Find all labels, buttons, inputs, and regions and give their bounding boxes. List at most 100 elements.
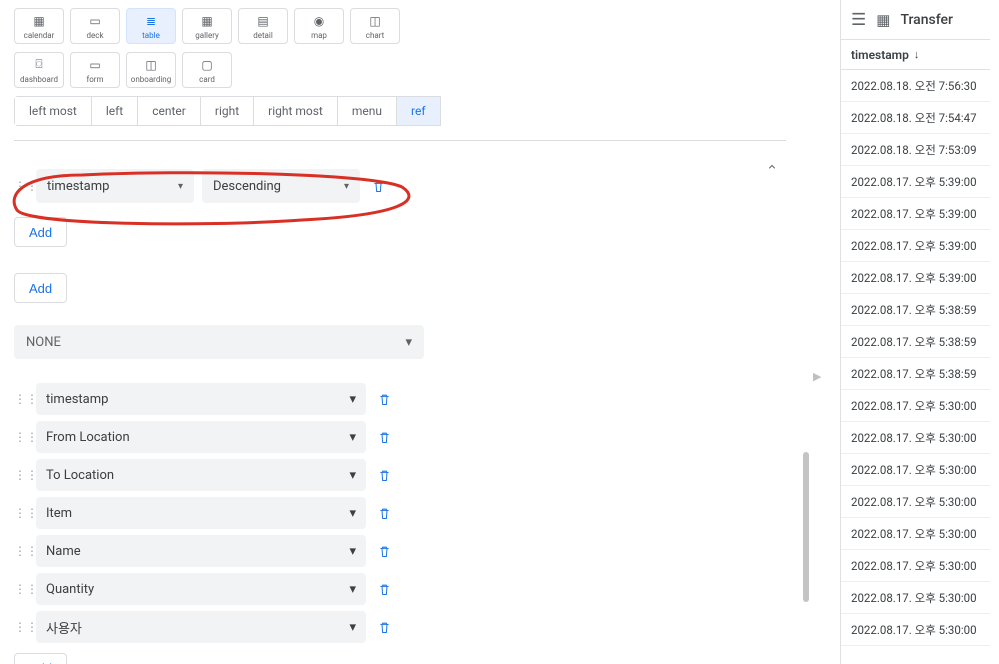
delete-column-button[interactable] <box>374 579 394 599</box>
view-type-label: detail <box>253 31 273 40</box>
drag-handle-icon[interactable]: ⋮⋮ <box>14 179 28 193</box>
position-right[interactable]: right <box>200 96 253 126</box>
expand-preview-handle[interactable]: ▶ <box>813 370 821 383</box>
preview-data-row[interactable]: 2022.08.17. 오후 5:30:00 <box>841 518 990 550</box>
view-type-table[interactable]: ≣ table <box>126 8 176 44</box>
sort-arrow-down-icon: ↓ <box>914 48 920 61</box>
drag-handle-icon[interactable]: ⋮⋮ <box>14 620 28 634</box>
view-type-form[interactable]: ▭ form <box>70 52 120 88</box>
table-icon: ≣ <box>146 14 156 28</box>
preview-data-row[interactable]: 2022.08.17. 오후 5:30:00 <box>841 614 990 646</box>
trash-icon <box>377 468 392 483</box>
preview-data-row[interactable]: 2022.08.18. 오전 7:54:47 <box>841 102 990 134</box>
chevron-down-icon: ▾ <box>349 468 356 483</box>
column-row: ⋮⋮ To Location ▾ <box>14 459 786 491</box>
scrollbar[interactable] <box>803 452 809 602</box>
preview-data-row[interactable]: 2022.08.17. 오후 5:38:59 <box>841 294 990 326</box>
detail-icon: ▤ <box>257 14 268 28</box>
chevron-down-icon: ▾ <box>349 430 356 445</box>
view-type-label: form <box>86 75 103 84</box>
preview-data-row[interactable]: 2022.08.17. 오후 5:30:00 <box>841 422 990 454</box>
preview-data-row[interactable]: 2022.08.17. 오후 5:39:00 <box>841 198 990 230</box>
column-select[interactable]: To Location ▾ <box>36 459 366 491</box>
column-select[interactable]: Quantity ▾ <box>36 573 366 605</box>
delete-sort-button[interactable] <box>368 176 388 196</box>
menu-icon[interactable]: ☰ <box>851 10 866 30</box>
view-type-dashboard[interactable]: ⌼ dashboard <box>14 52 64 88</box>
preview-data-row[interactable]: 2022.08.17. 오후 5:39:00 <box>841 166 990 198</box>
chevron-down-icon: ▾ <box>349 392 356 407</box>
column-row: ⋮⋮ Item ▾ <box>14 497 786 529</box>
trash-icon <box>377 506 392 521</box>
gallery-icon: ▦ <box>201 14 212 28</box>
column-select[interactable]: 사용자 ▾ <box>36 611 366 643</box>
sort-field-select[interactable]: timestamp ▾ <box>36 169 194 203</box>
column-select[interactable]: timestamp ▾ <box>36 383 366 415</box>
view-type-label: map <box>311 31 327 40</box>
view-type-map[interactable]: ◉ map <box>294 8 344 44</box>
view-type-deck[interactable]: ▭ deck <box>70 8 120 44</box>
preview-data-row[interactable]: 2022.08.18. 오전 7:53:09 <box>841 134 990 166</box>
preview-data-row[interactable]: 2022.08.17. 오후 5:38:59 <box>841 326 990 358</box>
drag-handle-icon[interactable]: ⋮⋮ <box>14 392 28 406</box>
view-type-gallery[interactable]: ▦ gallery <box>182 8 232 44</box>
delete-column-button[interactable] <box>374 541 394 561</box>
column-label: From Location <box>46 430 130 445</box>
preview-rows: 2022.08.18. 오전 7:56:302022.08.18. 오전 7:5… <box>841 70 990 646</box>
drag-handle-icon[interactable]: ⋮⋮ <box>14 544 28 558</box>
chevron-down-icon: ▾ <box>178 181 183 192</box>
column-label: Quantity <box>46 582 94 597</box>
column-label: To Location <box>46 468 114 483</box>
position-menu[interactable]: menu <box>337 96 396 126</box>
view-type-calendar[interactable]: ▦ calendar <box>14 8 64 44</box>
drag-handle-icon[interactable]: ⋮⋮ <box>14 430 28 444</box>
delete-column-button[interactable] <box>374 427 394 447</box>
preview-data-row[interactable]: 2022.08.17. 오후 5:30:00 <box>841 486 990 518</box>
preview-column-label: timestamp <box>851 48 909 62</box>
column-select[interactable]: Item ▾ <box>36 497 366 529</box>
view-type-row-2: ⌼ dashboard ▭ form ◫ onboarding ▢ card <box>14 52 786 88</box>
drag-handle-icon[interactable]: ⋮⋮ <box>14 506 28 520</box>
delete-column-button[interactable] <box>374 503 394 523</box>
column-row: ⋮⋮ Quantity ▾ <box>14 573 786 605</box>
sort-direction-value: Descending <box>213 179 281 194</box>
preview-data-row[interactable]: 2022.08.17. 오후 5:39:00 <box>841 230 990 262</box>
sort-section: ⋮⋮ timestamp ▾ Descending ▾ Add Add NONE… <box>14 169 786 664</box>
delete-column-button[interactable] <box>374 617 394 637</box>
view-type-onboarding[interactable]: ◫ onboarding <box>126 52 176 88</box>
editor-panel: ▦ calendar ▭ deck ≣ table ▦ gallery ▤ de… <box>0 0 800 664</box>
delete-column-button[interactable] <box>374 389 394 409</box>
view-type-detail[interactable]: ▤ detail <box>238 8 288 44</box>
sort-direction-select[interactable]: Descending ▾ <box>202 169 360 203</box>
view-type-card[interactable]: ▢ card <box>182 52 232 88</box>
app-icon: ▦ <box>876 11 890 29</box>
position-center[interactable]: center <box>137 96 200 126</box>
position-right-most[interactable]: right most <box>253 96 337 126</box>
drag-handle-icon[interactable]: ⋮⋮ <box>14 468 28 482</box>
group-by-select[interactable]: NONE ▾ <box>14 325 424 359</box>
position-left-most[interactable]: left most <box>14 96 91 126</box>
drag-handle-icon[interactable]: ⋮⋮ <box>14 582 28 596</box>
preview-data-row[interactable]: 2022.08.17. 오후 5:30:00 <box>841 582 990 614</box>
sort-row: ⋮⋮ timestamp ▾ Descending ▾ <box>14 169 786 203</box>
preview-data-row[interactable]: 2022.08.17. 오후 5:30:00 <box>841 550 990 582</box>
add-sort-button[interactable]: Add <box>14 217 67 247</box>
preview-data-row[interactable]: 2022.08.17. 오후 5:30:00 <box>841 454 990 486</box>
view-type-label: calendar <box>24 31 55 40</box>
position-left[interactable]: left <box>91 96 137 126</box>
position-ref[interactable]: ref <box>396 96 441 126</box>
add-column-button[interactable]: Add <box>14 653 67 664</box>
preview-data-row[interactable]: 2022.08.17. 오후 5:30:00 <box>841 390 990 422</box>
preview-data-row[interactable]: 2022.08.17. 오후 5:38:59 <box>841 358 990 390</box>
preview-data-row[interactable]: 2022.08.17. 오후 5:39:00 <box>841 262 990 294</box>
view-type-chart[interactable]: ◫ chart <box>350 8 400 44</box>
delete-column-button[interactable] <box>374 465 394 485</box>
preview-column-header[interactable]: timestamp ↓ <box>841 40 990 70</box>
column-label: Item <box>46 506 72 521</box>
chevron-down-icon: ▾ <box>344 181 349 192</box>
column-select[interactable]: From Location ▾ <box>36 421 366 453</box>
preview-data-row[interactable]: 2022.08.18. 오전 7:56:30 <box>841 70 990 102</box>
column-select[interactable]: Name ▾ <box>36 535 366 567</box>
add-group-button[interactable]: Add <box>14 273 67 303</box>
sort-field-value: timestamp <box>47 179 109 194</box>
